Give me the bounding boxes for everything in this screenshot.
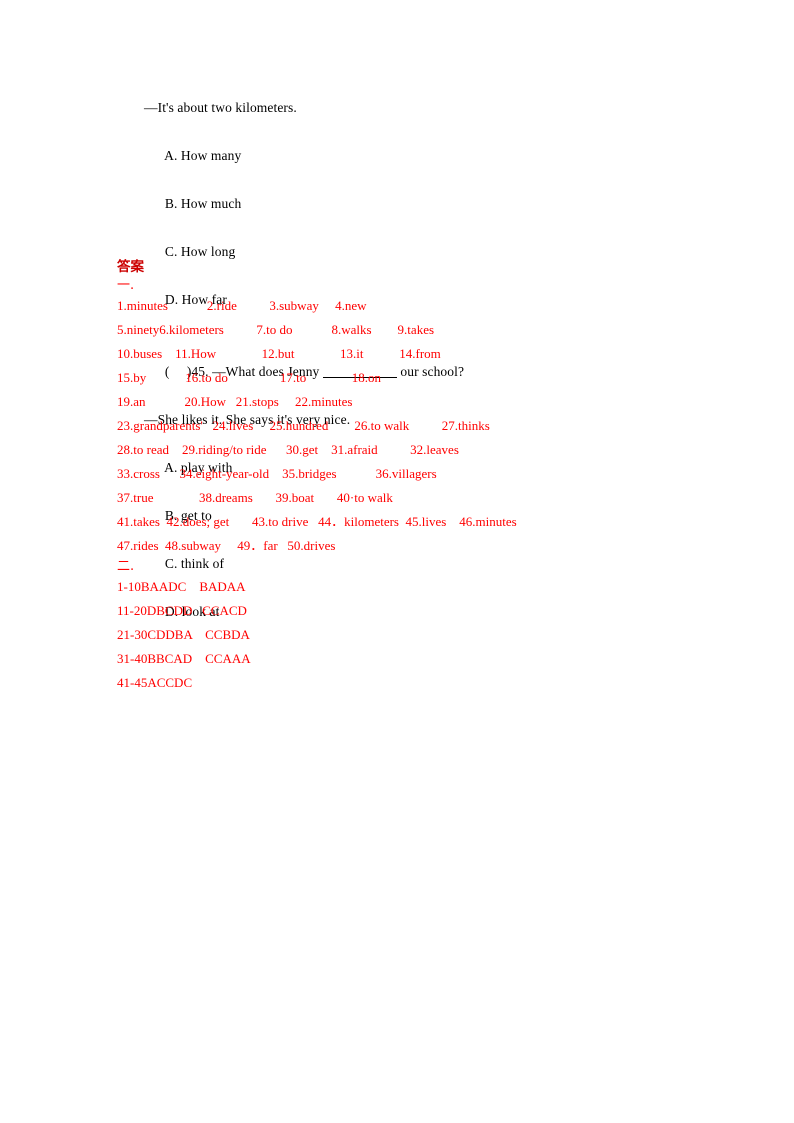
mc-answer-line: 41-45ACCDC bbox=[117, 675, 193, 690]
option-44-a: A. How many bbox=[164, 148, 242, 163]
mc-answer-line: 21-30CDDBA CCBDA bbox=[117, 627, 250, 642]
answer-line: 5.ninety6.kilometers 7.to do 8.walks 9.t… bbox=[117, 322, 435, 337]
option-44-b: B. How much bbox=[164, 196, 242, 211]
answer-key-section: 答案 一. 1.minutes 2.ride 3.subway 4.new 5.… bbox=[117, 258, 757, 695]
answer-line: 37.true 38.dreams 39.boat 40·to walk bbox=[117, 490, 393, 505]
mc-answer-line: 11-20DBCDD CCACD bbox=[117, 603, 247, 618]
fill-in-answers-list: 1.minutes 2.ride 3.subway 4.new 5.ninety… bbox=[117, 294, 757, 558]
answer-key-heading: 答案 bbox=[117, 259, 144, 275]
question-44-answer-line: —It's about two kilometers. bbox=[144, 100, 297, 115]
mc-answer-line: 1-10BAADC BADAA bbox=[117, 579, 246, 594]
answer-line: 47.rides 48.subway 49．far 50.drives bbox=[117, 538, 336, 553]
section-two-marker: 二. bbox=[117, 559, 135, 574]
answer-line: 41.takes 42.does; get 43.to drive 44．kil… bbox=[117, 514, 517, 529]
option-44-c: C. How long bbox=[164, 244, 236, 259]
answer-line: 33.cross 34.eight-year-old 35.bridges 36… bbox=[117, 466, 437, 481]
multiple-choice-answers-list: 1-10BAADC BADAA 11-20DBCDD CCACD 21-30CD… bbox=[117, 575, 757, 695]
answer-line: 1.minutes 2.ride 3.subway 4.new bbox=[117, 298, 367, 313]
answer-line: 10.buses 11.How 12.but 13.it 14.from bbox=[117, 346, 441, 361]
document-page: —It's about two kilometers. A. How many … bbox=[0, 0, 794, 1123]
section-one-marker: 一. bbox=[117, 278, 135, 293]
mc-answer-line: 31-40BBCAD CCAAA bbox=[117, 651, 251, 666]
answer-line: 15.by 16.to do 17.to 18.on bbox=[117, 370, 381, 385]
answer-line: 28.to read 29.riding/to ride 30.get 31.a… bbox=[117, 442, 459, 457]
answer-line: 23.grandparents' 24.lives 25.hundred 26.… bbox=[117, 418, 490, 433]
answer-line: 19.an 20.How 21.stops 22.minutes bbox=[117, 394, 353, 409]
